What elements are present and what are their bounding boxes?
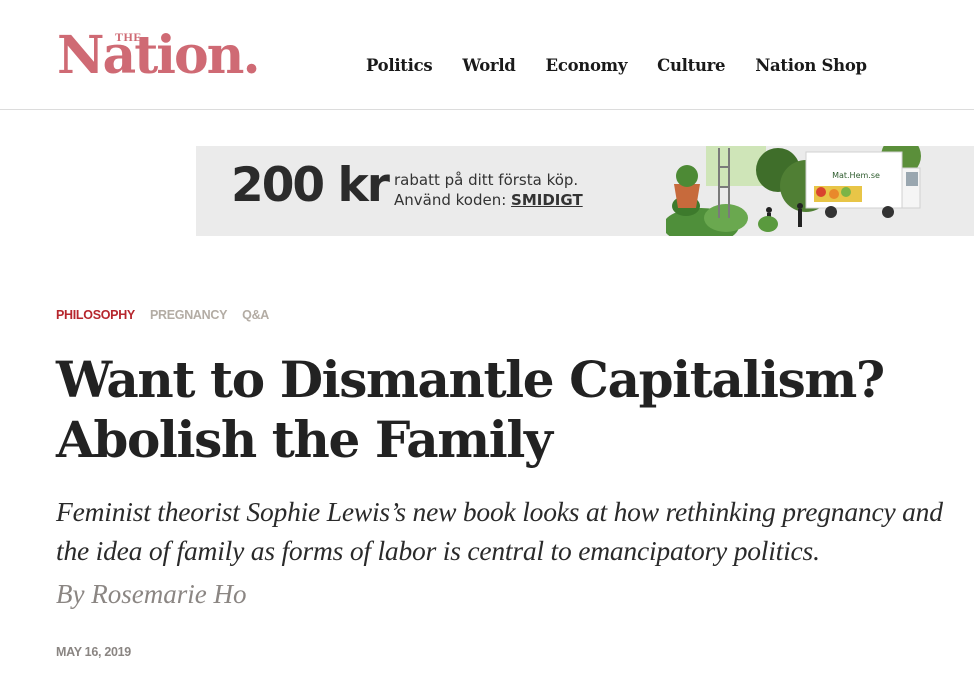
nav-economy[interactable]: Economy	[546, 56, 628, 75]
byline-prefix: By	[56, 579, 92, 609]
ad-illustration: Mat.Hem.se	[666, 146, 921, 236]
tag-philosophy[interactable]: PHILOSOPHY	[56, 308, 135, 322]
site-header: Nation. THE Politics World Economy Cultu…	[0, 0, 974, 110]
article-byline: By Rosemarie Ho	[56, 579, 246, 610]
ad-code-prefix: Använd koden:	[394, 191, 512, 209]
tag-pregnancy[interactable]: PREGNANCY	[150, 308, 227, 322]
logo-the: THE	[115, 30, 142, 44]
ad-line-1: rabatt på ditt första köp.	[394, 171, 579, 189]
nav-nation-shop[interactable]: Nation Shop	[755, 56, 867, 75]
author-link[interactable]: Rosemarie Ho	[91, 579, 246, 609]
site-logo[interactable]: Nation. THE	[57, 26, 277, 86]
logo-wordmark: Nation.	[57, 25, 261, 86]
article-dek: Feminist theorist Sophie Lewis’s new boo…	[56, 496, 943, 566]
nav-world[interactable]: World	[462, 56, 516, 75]
article-headline: Want to Dismantle Capitalism? Abolish th…	[56, 350, 885, 469]
ad-line-2: Använd koden: SMIDIGT	[394, 190, 583, 210]
ad-promo-code: SMIDIGT	[511, 191, 583, 209]
main-nav: Politics World Economy Culture Nation Sh…	[366, 56, 897, 75]
ad-amount: 200 kr	[231, 158, 390, 213]
ad-truck-label: Mat.Hem.se	[832, 171, 880, 180]
article-date: MAY 16, 2019	[56, 645, 131, 659]
tag-qa[interactable]: Q&A	[242, 308, 269, 322]
nav-politics[interactable]: Politics	[366, 56, 433, 75]
article-tags: PHILOSOPHY PREGNANCY Q&A	[56, 308, 284, 322]
nav-culture[interactable]: Culture	[657, 56, 725, 75]
ad-copy: rabatt på ditt första köp. Använd koden:…	[394, 170, 583, 210]
ad-banner[interactable]: 200 kr rabatt på ditt första köp. Använd…	[196, 146, 974, 236]
